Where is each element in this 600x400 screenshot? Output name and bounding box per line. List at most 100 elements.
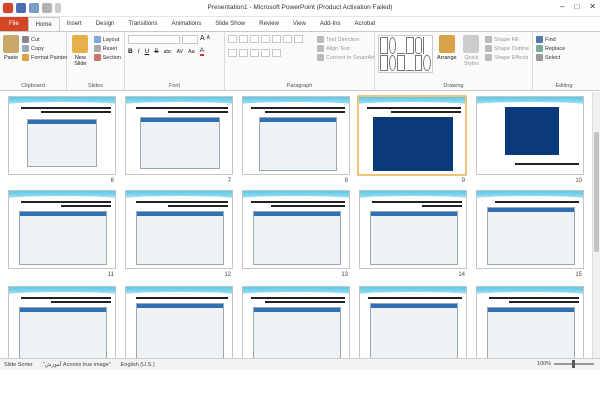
blank-area (0, 371, 600, 400)
slide-thumbnail[interactable] (8, 190, 116, 269)
slide-thumbnail[interactable] (359, 190, 467, 269)
quick-styles-button[interactable]: Quick Styles (461, 35, 483, 90)
layout-icon (93, 36, 101, 43)
align-right-icon[interactable] (250, 49, 259, 57)
strikethrough-button[interactable]: S (154, 48, 158, 55)
slide-thumbnail-selected[interactable] (357, 95, 467, 176)
spacing-button[interactable]: AV (177, 49, 183, 55)
paste-button[interactable]: Paste (3, 35, 19, 90)
grow-font-button[interactable]: A (200, 35, 205, 44)
window-title: Presentation1 - Microsoft PowerPoint (Pr… (207, 4, 393, 11)
zoom-slider[interactable] (554, 360, 594, 368)
copy-label: Copy (31, 45, 44, 52)
tab-file[interactable]: File (0, 17, 28, 31)
numbering-icon[interactable] (239, 35, 248, 43)
copy-button[interactable]: Copy (22, 44, 67, 53)
tab-add-ins[interactable]: Add-Ins (313, 17, 348, 31)
change-case-button[interactable]: Aa (188, 49, 195, 55)
align-text-button[interactable]: Align Text (317, 44, 375, 53)
tab-slide-show[interactable]: Slide Show (208, 17, 252, 31)
shape-outline-button[interactable]: Shape Outline (485, 44, 529, 53)
increase-indent-icon[interactable] (261, 35, 270, 43)
shapes-gallery[interactable] (378, 35, 433, 73)
slide-thumbnail[interactable] (125, 96, 233, 175)
section-button[interactable]: Section (93, 53, 121, 62)
slide-thumbnail[interactable] (242, 190, 350, 269)
line-spacing-icon[interactable] (272, 35, 281, 43)
quick-styles-icon (463, 35, 480, 53)
distributed-icon[interactable] (272, 49, 281, 57)
maximize-button[interactable]: □ (574, 2, 579, 11)
vertical-scrollbar[interactable] (592, 92, 600, 358)
cut-label: Cut (31, 36, 40, 43)
align-text-icon (317, 45, 324, 52)
reset-icon (93, 45, 101, 52)
convert-smartart-button[interactable]: Convert to SmartArt (317, 53, 375, 62)
layout-button[interactable]: Layout (93, 35, 121, 44)
tab-transitions[interactable]: Transitions (121, 17, 164, 31)
slide-thumbnail[interactable] (242, 96, 350, 175)
smartart-icon (317, 54, 324, 61)
arrange-label: Arrange (437, 55, 457, 61)
tab-view[interactable]: View (286, 17, 313, 31)
align-left-icon[interactable] (228, 49, 237, 57)
tab-home[interactable]: Home (27, 17, 60, 31)
slide-thumbnail[interactable] (476, 190, 584, 269)
ribbon-tabs: File Home Insert Design Transitions Anim… (0, 17, 600, 31)
format-painter-button[interactable]: Format Painter (22, 53, 67, 62)
select-button[interactable]: Select (536, 53, 592, 62)
shape-fill-button[interactable]: Shape Fill (485, 35, 529, 44)
rtl-icon[interactable] (294, 35, 303, 43)
font-name-box[interactable] (128, 35, 180, 44)
slide-sorter: 6 7 8 9 10 11 12 13 14 15 (0, 92, 600, 358)
new-slide-button[interactable]: New Slide (70, 35, 91, 90)
slide-thumbnail[interactable] (359, 286, 467, 358)
cut-button[interactable]: Cut (22, 35, 67, 44)
slide-thumbnail[interactable] (8, 286, 116, 358)
slide-thumbnail[interactable] (125, 286, 233, 358)
zoom-level[interactable]: 100% (537, 361, 551, 367)
align-text-label: Align Text (326, 45, 350, 52)
slide-thumbnail[interactable] (476, 286, 584, 358)
shrink-font-button[interactable]: A (207, 35, 210, 44)
arrange-button[interactable]: Arrange (436, 35, 458, 90)
italic-button[interactable]: I (138, 48, 140, 55)
reset-button[interactable]: Reset (93, 44, 121, 53)
slide-thumbnail[interactable] (242, 286, 350, 358)
text-direction-button[interactable]: Text Direction (317, 35, 375, 44)
decrease-indent-icon[interactable] (250, 35, 259, 43)
replace-button[interactable]: Replace (536, 44, 592, 53)
clipboard-group: Paste Cut Copy Format Painter Clipboard (0, 32, 67, 90)
slide-thumbnail[interactable] (476, 96, 584, 175)
justify-icon[interactable] (261, 49, 270, 57)
slide-thumbnail[interactable] (125, 190, 233, 269)
slide-number: 6 (110, 178, 114, 184)
slide-thumbnail[interactable] (8, 96, 116, 175)
ribbon: Paste Cut Copy Format Painter Clipboard … (0, 31, 600, 91)
language-status[interactable]: English (U.S.) (121, 362, 155, 368)
tab-insert[interactable]: Insert (60, 17, 89, 31)
underline-button[interactable]: U (145, 48, 150, 55)
font-size-box[interactable] (182, 35, 198, 44)
bullets-icon[interactable] (228, 35, 237, 43)
bold-button[interactable]: B (128, 48, 133, 55)
shape-effects-button[interactable]: Shape Effects (485, 53, 529, 62)
align-center-icon[interactable] (239, 49, 248, 57)
slides-group: New Slide Layout Reset Section Slides (67, 32, 125, 90)
tab-acrobat[interactable]: Acrobat (348, 17, 383, 31)
tab-animations[interactable]: Animations (165, 17, 209, 31)
find-button[interactable]: Find (536, 35, 592, 44)
scrollbar-thumb[interactable] (594, 132, 599, 252)
minimize-button[interactable]: – (560, 2, 564, 11)
copy-icon (22, 45, 29, 52)
tab-review[interactable]: Review (252, 17, 286, 31)
slide-number: 9 (461, 178, 465, 184)
shadow-button[interactable]: abc (164, 49, 172, 55)
slide-number: 8 (344, 178, 348, 184)
close-button[interactable]: ✕ (589, 2, 596, 11)
columns-icon[interactable] (283, 35, 292, 43)
font-color-button[interactable]: A (199, 47, 205, 56)
tab-design[interactable]: Design (89, 17, 122, 31)
text-direction-label: Text Direction (326, 36, 360, 43)
editing-group: Find Replace Select Editing (533, 32, 595, 90)
